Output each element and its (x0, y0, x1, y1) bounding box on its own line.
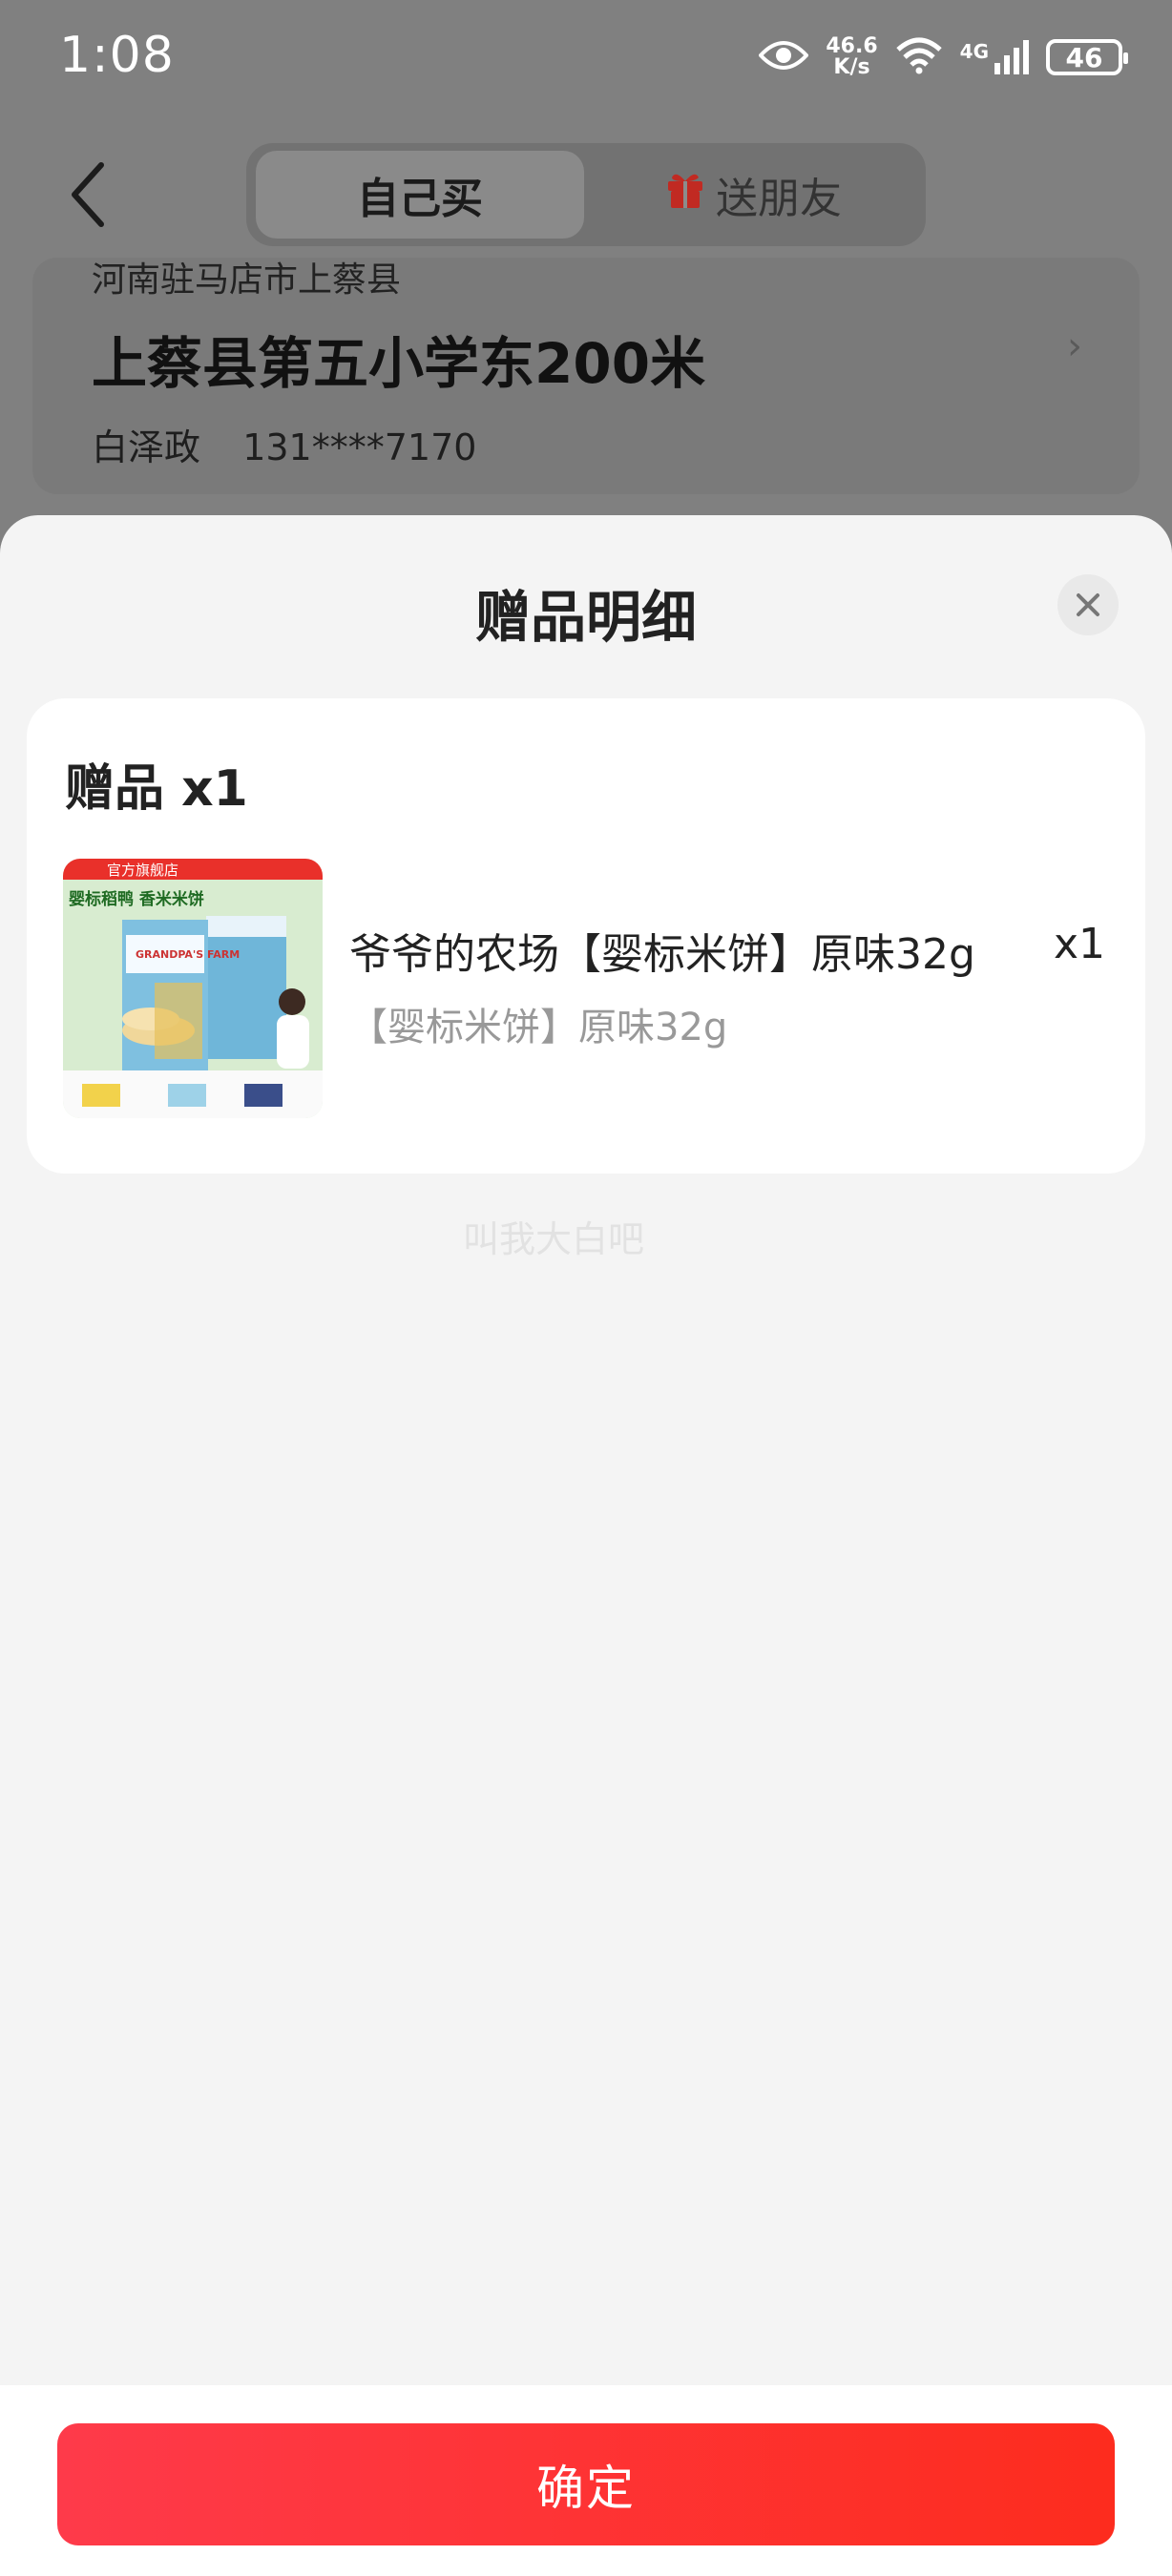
status-bar: 1:08 46.6 K/s 4G 46 (0, 0, 1172, 114)
sheet-title: 赠品明细 (474, 585, 697, 650)
address-contact: 白泽政 131****7170 (92, 418, 476, 470)
product-spec: 【婴标米饼】原味32g (349, 1006, 728, 1049)
address-region: 河南驻马店市上蔡县 (92, 260, 402, 300)
address-detail: 上蔡县第五小学东200米 (92, 331, 706, 396)
network-type: 4G (959, 40, 989, 63)
gift-heading: 赠品 x1 (65, 760, 248, 818)
gift-card: 赠品 x1 官方旗舰店 婴标稻鸭 香米米饼 GRANDPA'S FARM 爷爷的… (27, 698, 1145, 1174)
net-speed-value: 46.6 (826, 34, 878, 58)
gift-icon (666, 170, 704, 220)
wifi-icon (895, 36, 943, 78)
tab-self-buy-label: 自己买 (357, 175, 483, 223)
footer-bar: 确定 (0, 2385, 1172, 2576)
gift-detail-sheet: 赠品明细 赠品 x1 官方旗舰店 婴标稻鸭 香米米饼 GRANDPA'S FAR… (0, 515, 1172, 2576)
product-name: 爷爷的农场【婴标米饼】原味32g (349, 930, 975, 979)
battery-level: 46 (1065, 41, 1103, 73)
battery-icon: 46 (1046, 39, 1128, 75)
net-speed-unit: K/s (833, 55, 870, 79)
net-speed: 46.6 K/s (826, 36, 877, 78)
confirm-button[interactable]: 确定 (57, 2423, 1115, 2545)
product-image[interactable]: 官方旗舰店 婴标稻鸭 香米米饼 GRANDPA'S FARM (63, 859, 323, 1118)
close-button[interactable] (1057, 574, 1119, 635)
address-card[interactable]: 河南驻马店市上蔡县 上蔡县第五小学东200米 白泽政 131****7170 › (32, 258, 1140, 494)
tab-self-buy[interactable]: 自己买 (256, 151, 584, 239)
confirm-label: 确定 (536, 2461, 636, 2516)
status-icons: 46.6 K/s 4G 46 (758, 29, 1128, 86)
watermark: 叫我大白吧 (462, 1218, 644, 1260)
back-button[interactable] (59, 156, 116, 233)
product-quantity: x1 (1053, 920, 1105, 968)
thumb-brand: GRANDPA'S FARM (136, 948, 241, 961)
contact-name: 白泽政 (92, 426, 201, 468)
contact-phone: 131****7170 (242, 426, 477, 468)
tab-send-friend-label: 送朋友 (716, 175, 842, 223)
close-icon (1077, 593, 1099, 616)
status-time: 1:08 (59, 27, 175, 84)
eye-icon (758, 38, 810, 76)
chevron-left-icon (72, 162, 104, 227)
tab-send-friend[interactable]: 送朋友 (592, 151, 916, 239)
chevron-right-icon: › (1067, 324, 1082, 368)
signal-icon: 4G (960, 40, 1029, 74)
